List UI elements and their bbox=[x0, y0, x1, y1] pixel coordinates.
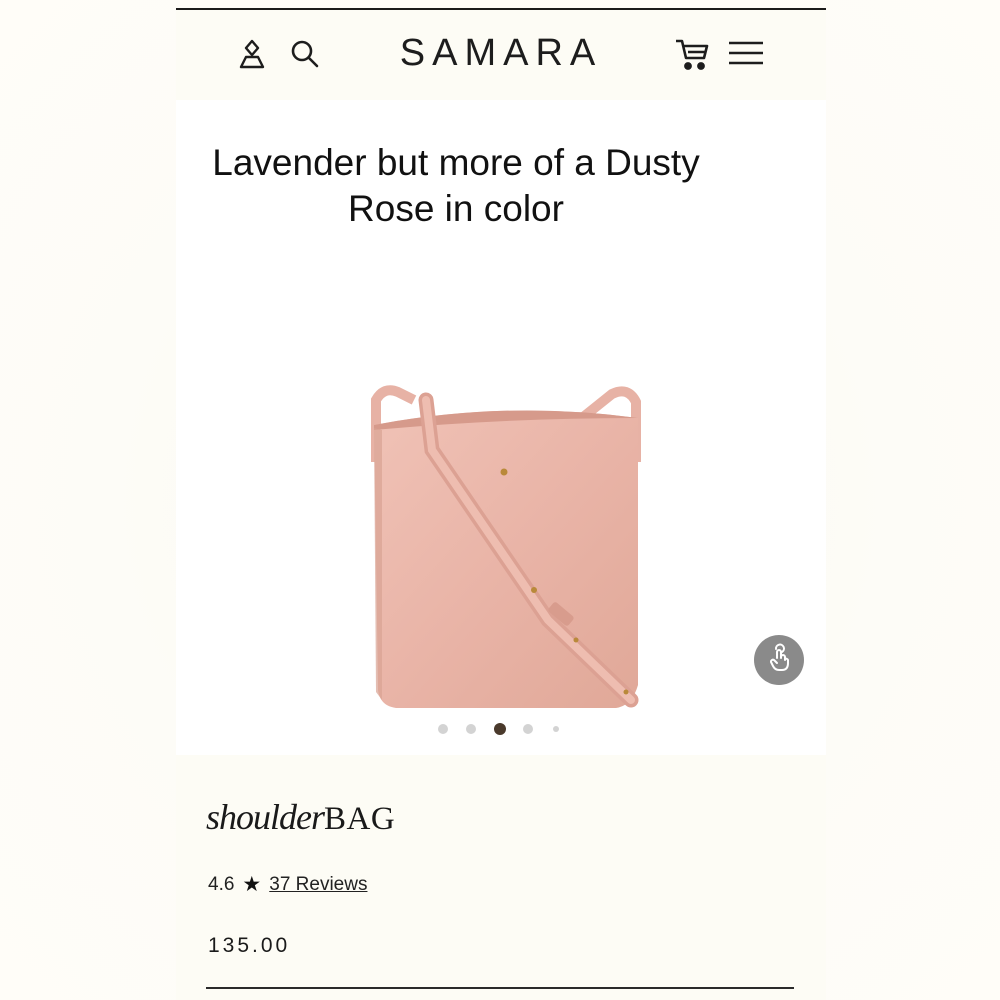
product-title-script: shoulder bbox=[206, 797, 325, 837]
site-header: SAMARA bbox=[176, 10, 826, 100]
product-image bbox=[371, 385, 641, 708]
product-image-carousel[interactable]: Lavender but more of a Dusty Rose in col… bbox=[176, 100, 826, 755]
product-title: shoulderBAG bbox=[206, 796, 395, 838]
product-page: SAMARA Lavender but more of a Dusty Rose… bbox=[176, 8, 826, 1000]
carousel-dot[interactable] bbox=[438, 724, 448, 734]
product-title-caps: BAG bbox=[324, 801, 396, 837]
menu-icon[interactable] bbox=[728, 40, 764, 66]
star-icon: ★ bbox=[242, 873, 262, 896]
rating-value: 4.6 bbox=[208, 873, 235, 895]
divider bbox=[206, 987, 794, 989]
product-price: 135.00 bbox=[208, 934, 291, 957]
reviews-link[interactable]: 37 Reviews bbox=[269, 874, 367, 896]
carousel-dot-active[interactable] bbox=[494, 723, 506, 735]
hand-pointer-icon bbox=[764, 643, 794, 678]
touch-zoom-button[interactable] bbox=[754, 635, 804, 685]
carousel-indicators bbox=[176, 722, 826, 736]
carousel-dot[interactable] bbox=[523, 724, 533, 734]
product-rating: 4.6 ★ 37 Reviews bbox=[208, 872, 367, 897]
carousel-dot[interactable] bbox=[553, 726, 559, 732]
cart-icon[interactable] bbox=[674, 36, 710, 72]
carousel-dot[interactable] bbox=[466, 724, 476, 734]
